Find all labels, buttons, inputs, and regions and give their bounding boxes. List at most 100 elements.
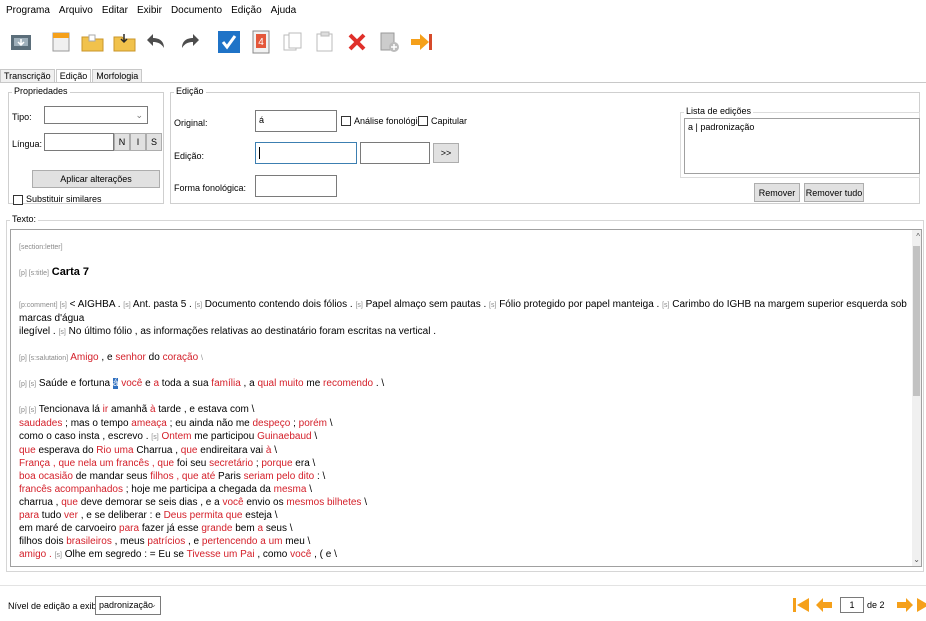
new-file-icon[interactable] — [48, 29, 74, 55]
check-icon[interactable] — [216, 29, 242, 55]
edited-word[interactable]: à — [150, 404, 156, 415]
apply-edit-arrow-button[interactable]: >> — [433, 143, 459, 163]
tab-edicao[interactable]: Edição — [55, 69, 92, 82]
exit-icon[interactable] — [408, 29, 434, 55]
tipo-select[interactable]: ⌄ — [44, 106, 148, 124]
edited-word[interactable]: França , que nela um francês , que — [19, 458, 174, 469]
selected-word[interactable]: á — [112, 378, 119, 389]
add-document-icon[interactable] — [376, 29, 402, 55]
substituir-checkbox[interactable] — [13, 195, 23, 205]
scroll-up-icon[interactable]: ^ — [916, 232, 920, 241]
menu-arquivo[interactable]: Arquivo — [59, 5, 93, 16]
edited-word[interactable]: senhor — [115, 352, 146, 363]
scroll-down-icon[interactable]: ⌄ — [913, 555, 920, 564]
vertical-scrollbar[interactable]: ^ ⌄ — [912, 230, 921, 566]
menu-editar[interactable]: Editar — [102, 5, 128, 16]
edited-word[interactable]: Guinaebaud — [257, 431, 312, 442]
page-total-label: de 2 — [867, 600, 885, 610]
text-span: me participou — [194, 431, 255, 442]
forma-fonologica-input[interactable] — [255, 175, 337, 197]
remover-button[interactable]: Remover — [754, 183, 800, 202]
lingua-input[interactable] — [44, 133, 114, 151]
edited-word[interactable]: Tivesse um Pai — [187, 549, 255, 560]
edited-word[interactable]: que — [19, 445, 36, 456]
menu-exibir[interactable]: Exibir — [137, 5, 162, 16]
redo-icon[interactable] — [176, 29, 202, 55]
edited-word[interactable]: porque — [261, 458, 292, 469]
edited-word[interactable]: para — [119, 523, 139, 534]
edited-word[interactable]: você — [121, 378, 142, 389]
edited-word[interactable]: seriam pelo dito — [244, 471, 315, 482]
tab-morfologia[interactable]: Morfologia — [92, 69, 143, 82]
last-page-icon[interactable] — [916, 596, 926, 614]
edited-word[interactable]: porém — [299, 418, 327, 429]
menu-documento[interactable]: Documento — [171, 5, 222, 16]
open-folder-icon[interactable] — [80, 29, 106, 55]
page-number-input[interactable]: 1 — [840, 597, 864, 613]
edited-word[interactable]: Rio uma — [96, 445, 133, 456]
edited-word[interactable]: amigo . — [19, 549, 52, 560]
delete-icon[interactable] — [344, 29, 370, 55]
text-editor[interactable]: [section:letter] [p] [s:title] Carta 7 [… — [10, 229, 922, 567]
apply-changes-button[interactable]: Aplicar alterações — [32, 170, 160, 188]
menu-edicao[interactable]: Edição — [231, 5, 262, 16]
document-number-icon[interactable]: 4 — [248, 29, 274, 55]
edited-word[interactable]: você — [290, 549, 311, 560]
menu-programa[interactable]: Programa — [6, 5, 50, 16]
edited-word[interactable]: mesma — [274, 484, 307, 495]
edited-word[interactable]: grande — [201, 523, 232, 534]
edited-word[interactable]: filhos , que até — [150, 471, 215, 482]
edited-word[interactable]: saudades — [19, 418, 62, 429]
status-bar: Nível de edição a exibir: padronização ⌄… — [0, 585, 926, 621]
nivel-select[interactable]: padronização ⌄ — [95, 596, 161, 615]
lingua-i-button[interactable]: I — [130, 133, 146, 151]
edited-word[interactable]: Deus permita que — [164, 510, 243, 521]
edited-word[interactable]: qual muito — [257, 378, 303, 389]
paste-icon[interactable] — [312, 29, 338, 55]
download-icon[interactable] — [8, 29, 34, 55]
first-page-icon[interactable] — [792, 596, 810, 614]
edited-word[interactable]: para — [19, 510, 39, 521]
edited-word[interactable]: despeço — [253, 418, 291, 429]
save-folder-icon[interactable] — [112, 29, 138, 55]
edited-word[interactable]: brasileiros — [66, 536, 112, 547]
list-item[interactable]: a | padronização — [688, 122, 754, 132]
edited-word[interactable]: você — [222, 497, 243, 508]
edited-word[interactable]: que — [61, 497, 78, 508]
edited-word[interactable]: recomendo — [323, 378, 373, 389]
edited-word[interactable]: ir — [103, 404, 109, 415]
edited-word[interactable]: família — [211, 378, 240, 389]
s-tag: [s] — [355, 302, 363, 309]
analise-fonologica-checkbox[interactable] — [341, 116, 351, 126]
edited-word[interactable]: à — [266, 445, 272, 456]
edited-word[interactable]: coração — [163, 352, 199, 363]
original-input[interactable]: á — [255, 110, 337, 132]
edited-word[interactable]: ameaça — [131, 418, 167, 429]
edited-word[interactable]: Ontem — [161, 431, 191, 442]
edited-word[interactable]: a — [153, 378, 159, 389]
edited-word[interactable]: pertencendo a um — [202, 536, 283, 547]
edited-word[interactable]: mesmos bilhetes — [286, 497, 361, 508]
menu-ajuda[interactable]: Ajuda — [271, 5, 297, 16]
edited-word[interactable]: que — [181, 445, 198, 456]
remover-tudo-button[interactable]: Remover tudo — [804, 183, 864, 202]
copy-icon[interactable] — [280, 29, 306, 55]
previous-page-icon[interactable] — [815, 596, 833, 614]
edited-word[interactable]: ver — [64, 510, 78, 521]
edicao-input[interactable] — [255, 142, 357, 164]
capitular-checkbox[interactable] — [418, 116, 428, 126]
lingua-s-button[interactable]: S — [146, 133, 162, 151]
edited-word[interactable]: boa ocasião — [19, 471, 73, 482]
next-page-icon[interactable] — [896, 596, 914, 614]
edited-word[interactable]: francês acompanhados — [19, 484, 123, 495]
scrollbar-thumb[interactable] — [913, 246, 920, 396]
tab-transcricao[interactable]: Transcrição — [0, 69, 55, 82]
edicao-secondary-input[interactable] — [360, 142, 430, 164]
lingua-n-button[interactable]: N — [114, 133, 130, 151]
edited-word[interactable]: a — [257, 523, 263, 534]
edited-word[interactable]: Amigo — [70, 352, 98, 363]
undo-icon[interactable] — [144, 29, 170, 55]
edited-word[interactable]: patrícios — [147, 536, 185, 547]
edited-word[interactable]: secretário — [209, 458, 253, 469]
lista-edicoes-listbox[interactable]: a | padronização — [684, 118, 920, 174]
